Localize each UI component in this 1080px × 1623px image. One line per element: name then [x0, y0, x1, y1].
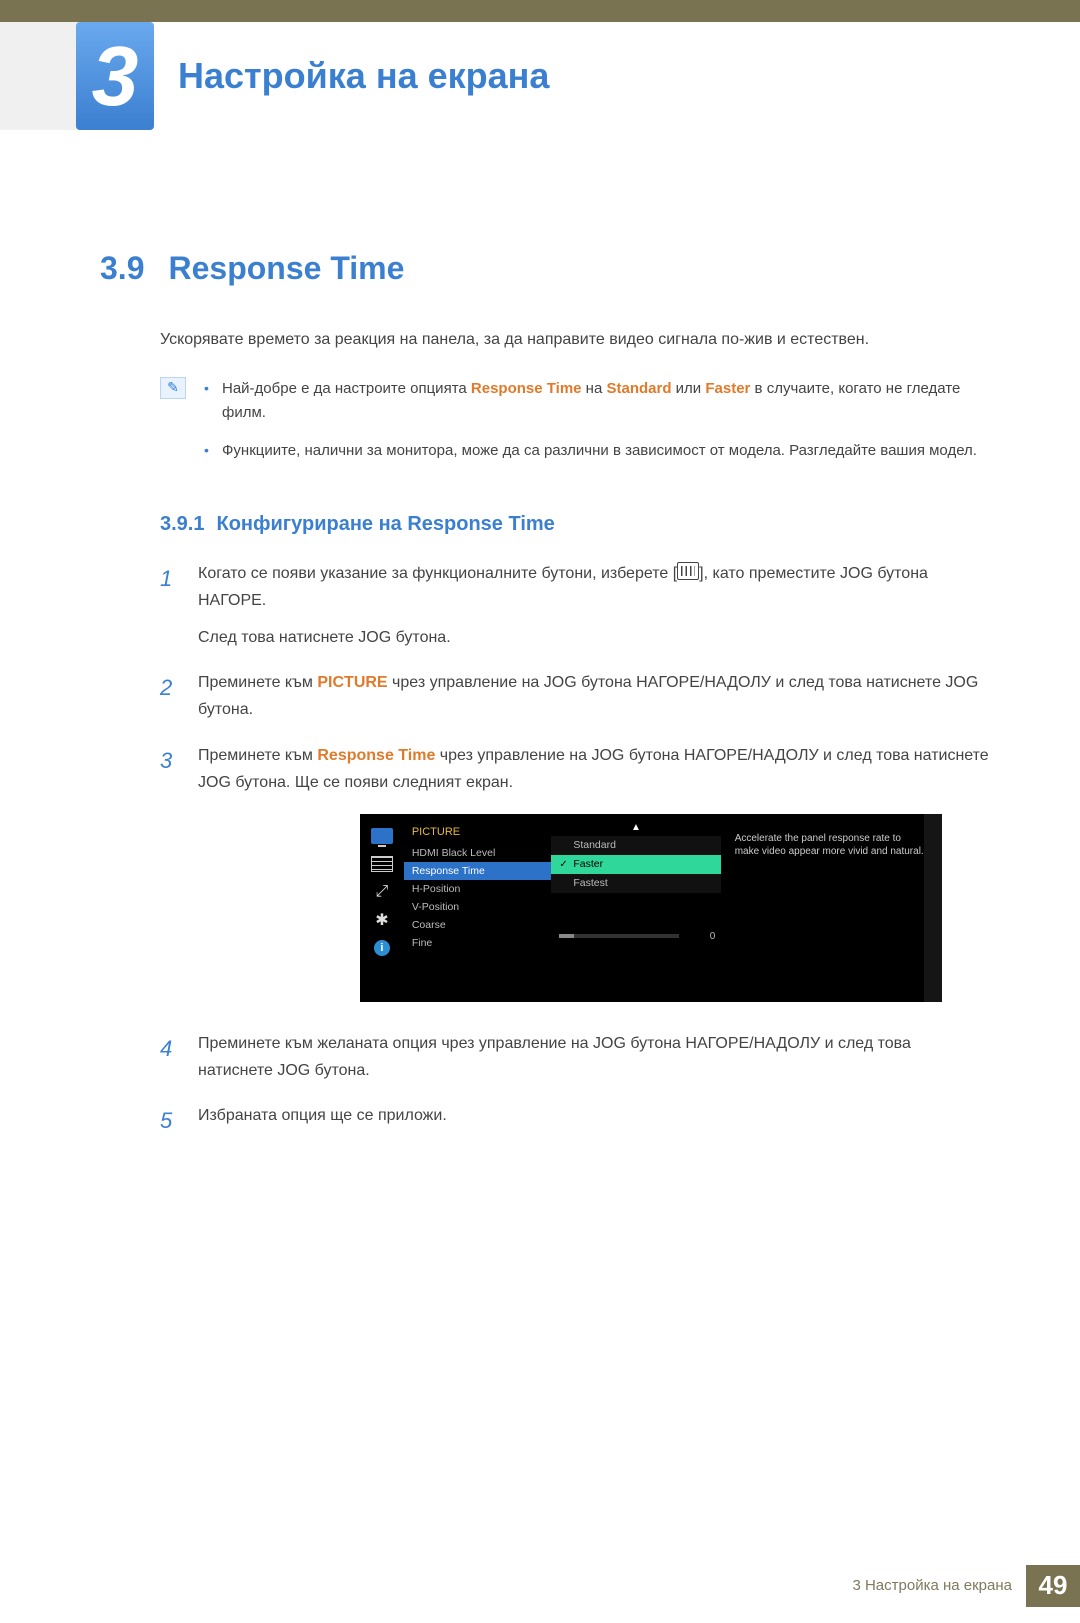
arrow-up-icon: ▲ — [551, 822, 720, 836]
text: След това натиснете JOG бутона. — [198, 629, 451, 646]
note-bullets: Най-добре е да настроите опцията Respons… — [204, 377, 990, 477]
note-bullet-1: Най-добре е да настроите опцията Respons… — [204, 377, 990, 425]
osd-options: ▲ Standard Faster Fastest 0 — [551, 814, 720, 1002]
step-number: 1 — [160, 560, 182, 652]
resize-icon: ⤢ — [371, 884, 393, 900]
osd-slider-value: 0 — [685, 931, 715, 942]
text: Преминете към — [198, 747, 317, 764]
chapter-number-badge: 3 — [76, 22, 154, 130]
osd-item: HDMI Black Level — [404, 844, 551, 862]
step-body: Преминете към PICTURE чрез управление на… — [198, 669, 990, 723]
osd-item: Coarse — [404, 916, 551, 934]
step-body: Когато се появи указание за функционални… — [198, 560, 990, 652]
highlight-faster: Faster — [705, 380, 750, 397]
list-icon — [371, 856, 393, 872]
osd-right-bar — [924, 814, 942, 1002]
osd-item: Fine — [404, 934, 551, 952]
text: или — [672, 380, 706, 397]
chapter-number: 3 — [92, 28, 139, 125]
top-accent-bar — [0, 0, 1080, 22]
osd-option-selected: Faster — [551, 855, 720, 874]
subsection-heading: 3.9.1 Конфигуриране на Response Time — [160, 513, 990, 536]
step-4: 4 Преминете към желаната опция чрез упра… — [160, 1030, 990, 1084]
step-number: 5 — [160, 1102, 182, 1139]
osd-description: Accelerate the panel response rate to ma… — [721, 814, 942, 1002]
footer-chapter-label: 3 Настройка на екрана — [838, 1577, 1026, 1594]
step-3: 3 Преминете към Response Time чрез управ… — [160, 742, 990, 796]
step-body: Преминете към желаната опция чрез управл… — [198, 1030, 990, 1084]
header-left-strip — [0, 22, 80, 130]
osd-option: Standard — [551, 836, 720, 855]
section-title: Response Time — [168, 250, 404, 286]
highlight-response-time: Response Time — [471, 380, 582, 397]
highlight-picture: PICTURE — [317, 674, 387, 691]
section-intro: Ускорявате времето за реакция на панела,… — [160, 327, 990, 353]
step-body: Преминете към Response Time чрез управле… — [198, 742, 990, 796]
osd-item-active: Response Time — [404, 862, 551, 880]
chapter-header: 3 Настройка на екрана — [0, 22, 1080, 130]
osd-slider — [559, 934, 679, 938]
note-icon: ✎ — [160, 377, 186, 399]
highlight-standard: Standard — [606, 380, 671, 397]
note-bullet-2: Функциите, налични за монитора, може да … — [204, 439, 990, 463]
osd-sidebar: ⤢ ✱ i — [360, 814, 404, 1002]
section-number: 3.9 — [100, 250, 144, 286]
text: на — [582, 380, 607, 397]
osd-option: Fastest — [551, 874, 720, 893]
osd-menu-title: PICTURE — [404, 824, 551, 844]
step-body: Избраната опция ще се приложи. — [198, 1102, 447, 1139]
text: Преминете към — [198, 674, 317, 691]
step-number: 2 — [160, 669, 182, 723]
info-icon: i — [371, 940, 393, 956]
monitor-icon — [371, 828, 393, 844]
osd-item: V-Position — [404, 898, 551, 916]
gear-icon: ✱ — [371, 912, 393, 928]
text: Когато се появи указание за функционални… — [198, 565, 677, 582]
page-footer: 3 Настройка на екрана 49 — [0, 1560, 1080, 1607]
menu-grid-icon — [677, 562, 699, 580]
highlight-response-time: Response Time — [317, 747, 435, 764]
osd-screenshot: ⤢ ✱ i PICTURE HDMI Black Level Response … — [360, 814, 942, 1002]
osd-slider-row: 0 — [551, 931, 720, 942]
footer-page-number: 49 — [1026, 1565, 1080, 1607]
page-content: 3.9 Response Time Ускорявате времето за р… — [0, 130, 1080, 1140]
step-2: 2 Преминете към PICTURE чрез управление … — [160, 669, 990, 723]
section-heading: 3.9 Response Time — [100, 250, 990, 287]
subsection-number: 3.9.1 — [160, 513, 204, 535]
osd-menu: PICTURE HDMI Black Level Response Time H… — [404, 814, 551, 1002]
step-1: 1 Когато се появи указание за функционал… — [160, 560, 990, 652]
step-number: 3 — [160, 742, 182, 796]
steps-list: 1 Когато се появи указание за функционал… — [160, 560, 990, 1140]
step-5: 5 Избраната опция ще се приложи. — [160, 1102, 990, 1139]
step-number: 4 — [160, 1030, 182, 1084]
text: Най-добре е да настроите опцията — [222, 380, 471, 397]
subsection-title: Конфигуриране на Response Time — [216, 513, 554, 535]
note-block: ✎ Най-добре е да настроите опцията Respo… — [160, 377, 990, 477]
chapter-title: Настройка на екрана — [178, 55, 549, 97]
osd-item: H-Position — [404, 880, 551, 898]
